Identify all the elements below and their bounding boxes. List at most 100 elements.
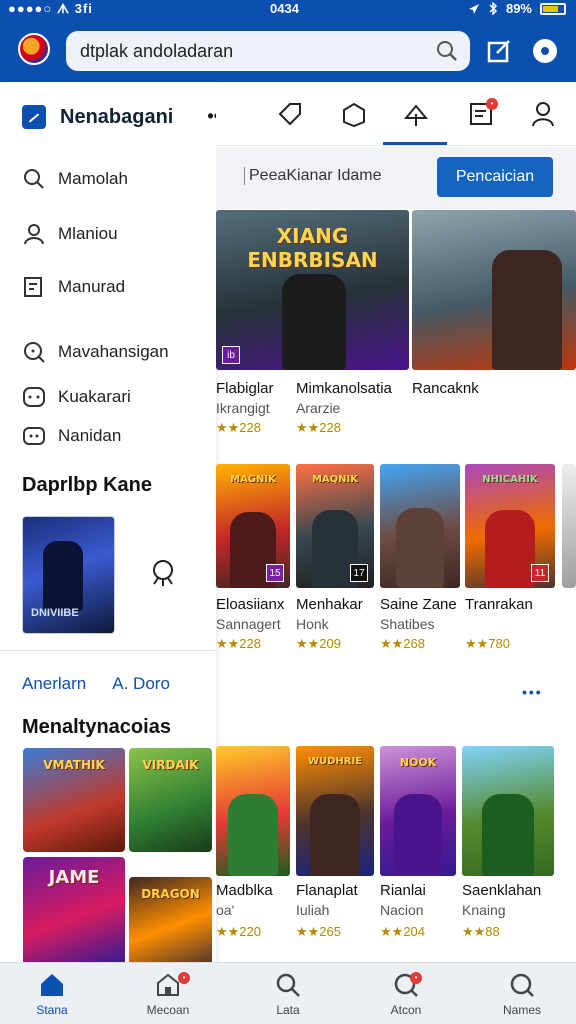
compose-icon[interactable] [486, 38, 512, 64]
search-input[interactable] [80, 39, 430, 63]
sidebar-item-label: Manurad [58, 277, 126, 296]
divider [0, 650, 216, 651]
status-bar: ●●●●○ ᗑ 3fi 0434 89% [0, 0, 576, 18]
game-name: Flabiglar [216, 380, 274, 397]
app-logo-icon[interactable] [18, 33, 50, 65]
home-icon [41, 974, 63, 996]
age-badge: 17 [350, 564, 368, 582]
game-card[interactable]: NHICAHIK 11 Tranrakan ★★780 [465, 464, 555, 654]
content-search-row: PeeaKianar Idame Pencaician [216, 147, 576, 209]
sidebar-item-3[interactable]: Manurad [22, 272, 212, 302]
link-2[interactable]: A. Doro [112, 674, 170, 694]
thumbnail-title: JAME [48, 867, 100, 888]
game-card[interactable]: Rancaknk [412, 210, 576, 410]
game-card[interactable]: WUDHRIE Flanaplat Iuliah ★★265 [296, 746, 374, 942]
game-name: Rancaknk [412, 380, 479, 397]
nav-search[interactable]: Lata [238, 971, 338, 1017]
carrier-text: ●●●●○ ᗑ 3fi [8, 1, 93, 16]
game-art-partial[interactable] [562, 464, 576, 588]
game-art: MAQNIK 17 [296, 464, 374, 588]
game-art [380, 464, 460, 588]
art-title: WUDHRIE [307, 756, 363, 767]
sidebar-item-label: Mavahansigan [58, 342, 169, 361]
game-thumbnail[interactable]: VIRDAIK [129, 748, 212, 852]
clock: 0434 [270, 1, 299, 16]
game-thumbnail[interactable]: JAME [23, 857, 125, 965]
bluetooth-icon [489, 2, 498, 15]
game-rating: ★★228 [216, 636, 261, 651]
battery-icon [540, 2, 566, 15]
nav-notifications[interactable]: Atcon [356, 971, 456, 1017]
art-title: NOOK [399, 756, 437, 769]
sidebar-item-1[interactable]: Mamolah [22, 164, 212, 194]
game-rating: ★★780 [465, 636, 510, 651]
game-card-info[interactable]: Mimkanolsatia Ararzie ★★228 [296, 380, 406, 440]
character-art [43, 541, 83, 611]
more-icon[interactable]: ••• [522, 684, 543, 700]
content-search-field[interactable]: PeeaKianar Idame [244, 167, 382, 185]
sidebar-item-6[interactable]: Nanidan [22, 421, 212, 451]
game-art [216, 746, 290, 876]
age-badge: ib [222, 346, 240, 364]
zoom-icon [24, 342, 45, 363]
game-publisher: Shatibes [380, 616, 435, 632]
search-bar[interactable] [66, 31, 470, 71]
game-rating: ★★209 [296, 636, 341, 651]
settings-icon[interactable] [532, 38, 558, 64]
document-icon [24, 277, 42, 297]
game-card[interactable]: NOOK Rianlai Nacion ★★204 [380, 746, 456, 942]
profile-icon [24, 224, 44, 245]
game-thumbnail[interactable]: DRAGON [129, 877, 212, 965]
nav-label: Atcon [390, 1003, 422, 1017]
nav-store[interactable]: Mecoan [118, 971, 218, 1017]
art-title: XIANG ENBRBISAN [247, 224, 378, 272]
game-art: NHICAHIK 11 [465, 464, 555, 588]
art-title: MAGNIK [230, 474, 276, 485]
tab-download-icon[interactable] [402, 100, 430, 128]
sidebar-item-5[interactable]: Kuakarari [22, 382, 212, 412]
search-icon [276, 973, 300, 997]
game-thumbnail[interactable]: VMATHIK [23, 748, 125, 852]
section-title: Daprlbp Kane [22, 474, 153, 496]
search-button[interactable]: Pencaician [437, 157, 553, 197]
game-publisher: Honk [296, 616, 329, 632]
age-badge: 15 [266, 564, 284, 582]
game-card[interactable]: MAGNIK 15 Eloasiianx Sannagert ★★228 [216, 464, 290, 654]
game-publisher: oa' [216, 902, 235, 918]
sidebar-item-4[interactable]: Mavahansigan [22, 337, 212, 367]
game-card[interactable]: Saine Zane Shatibes ★★268 [380, 464, 460, 654]
game-card[interactable]: MAQNIK 17 Menhakar Honk ★★209 [296, 464, 374, 654]
game-card[interactable]: Madblka oa' ★★220 [216, 746, 290, 942]
game-rating: ★★204 [380, 924, 425, 939]
tab-profile-icon[interactable] [529, 100, 557, 128]
sidebar-item-2[interactable]: Mlaniou [22, 219, 212, 249]
thumbnail-title: VIRDAIK [142, 758, 199, 772]
game-art: WUDHRIE [296, 746, 374, 876]
top-app-bar: ●●●●○ ᗑ 3fi 0434 89% [0, 0, 576, 82]
chat-icon [23, 387, 45, 407]
search-icon [510, 973, 534, 997]
game-card[interactable]: Saenklahan Knaing ★★88 [462, 746, 554, 942]
location-icon [468, 3, 479, 14]
nav-home[interactable]: Stana [2, 971, 102, 1017]
category-tab-bar: • [216, 82, 576, 146]
featured-card-text: DNIVIIBE [31, 607, 79, 619]
game-art: XIANG ENBRBISAN ib [216, 210, 409, 370]
tab-cube-icon[interactable] [340, 100, 368, 128]
character-art [492, 250, 562, 370]
featured-game-card[interactable]: DNIVIIBE [22, 516, 115, 634]
nav-names[interactable]: Names [472, 971, 572, 1017]
thumbnail-title: DRAGON [141, 887, 200, 901]
search-icon[interactable] [436, 40, 458, 62]
game-publisher: Ikrangigt [216, 400, 270, 416]
game-publisher: Sannagert [216, 616, 281, 632]
game-name: Saenklahan [462, 882, 542, 899]
link-row: Anerlarn A. Doro [22, 674, 170, 694]
game-art [462, 746, 554, 876]
link-1[interactable]: Anerlarn [22, 674, 86, 694]
sidebar-item-label: Nanidan [58, 426, 122, 445]
tab-tag-icon[interactable] [276, 100, 304, 128]
game-name: Madblka [216, 882, 273, 899]
game-rating: ★★228 [296, 420, 341, 435]
game-name: Rianlai [380, 882, 426, 899]
